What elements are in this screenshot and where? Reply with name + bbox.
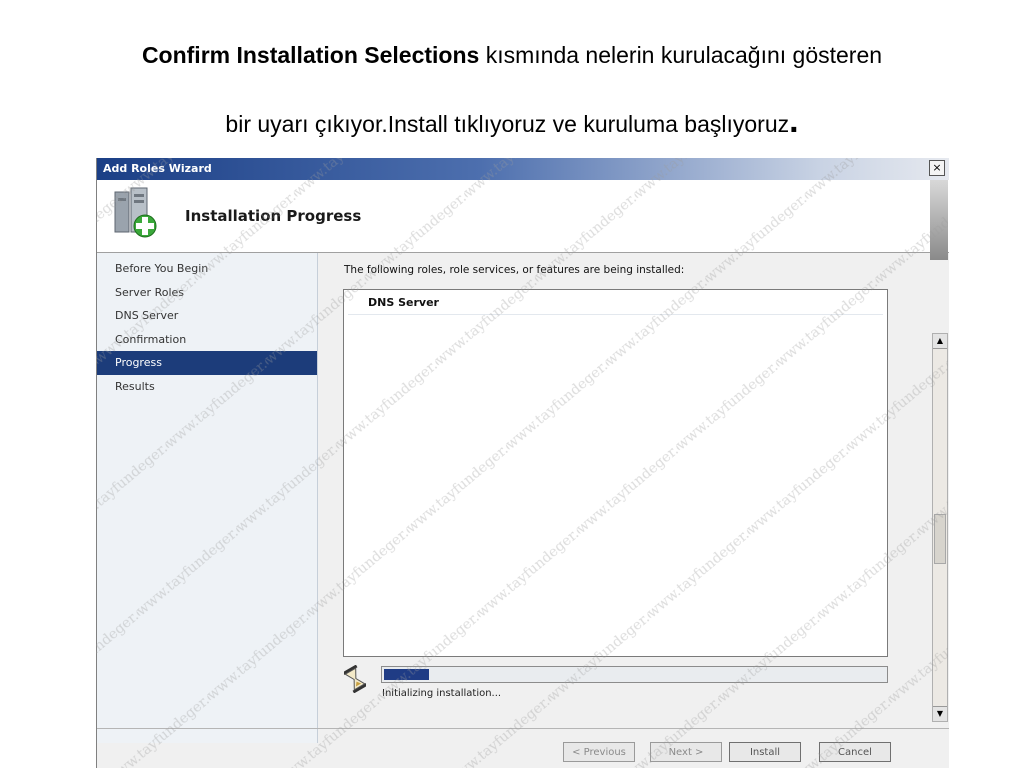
- nav-item-dns-server[interactable]: DNS Server: [97, 304, 317, 328]
- add-roles-wizard-window: Add Roles Wizard × Installation Progress…: [96, 158, 949, 768]
- install-button[interactable]: Install: [729, 742, 801, 762]
- cancel-button[interactable]: Cancel: [819, 742, 891, 762]
- install-list[interactable]: DNS Server: [343, 289, 888, 657]
- nav-item-results[interactable]: Results: [97, 375, 317, 399]
- scroll-up-arrow-icon[interactable]: ▲: [933, 334, 947, 349]
- wizard-header: Installation Progress: [97, 180, 949, 253]
- description-text: The following roles, role services, or f…: [344, 264, 685, 276]
- next-button[interactable]: Next >: [650, 742, 722, 762]
- window-title: Add Roles Wizard: [103, 162, 212, 175]
- caption-text-2: bir uyarı çıkıyor.Install tıklıyoruz ve …: [225, 111, 790, 137]
- caption-dot: .: [789, 102, 799, 140]
- server-add-icon: [114, 187, 157, 238]
- list-separator: [348, 314, 883, 315]
- scrollbar[interactable]: ▲ ▼: [932, 333, 948, 722]
- nav-item-confirmation[interactable]: Confirmation: [97, 328, 317, 352]
- footer-divider: [97, 728, 949, 729]
- nav-item-before-you-begin[interactable]: Before You Begin: [97, 257, 317, 281]
- hourglass-icon: [344, 665, 366, 693]
- previous-button[interactable]: < Previous: [563, 742, 635, 762]
- nav-list: Before You Begin Server Roles DNS Server Co…: [97, 257, 317, 398]
- nav-item-server-roles[interactable]: Server Roles: [97, 281, 317, 305]
- close-button[interactable]: ×: [929, 160, 945, 176]
- wizard-content: The following roles, role services, or f…: [318, 253, 949, 743]
- progress-bar: [381, 666, 888, 683]
- caption-text: kısmında nelerin kurulacağını gösteren: [479, 42, 883, 68]
- caption-line-2: bir uyarı çıkıyor.Install tıklıyoruz ve …: [0, 104, 1024, 138]
- nav-item-progress[interactable]: Progress: [97, 351, 317, 375]
- scroll-thumb[interactable]: [934, 514, 946, 564]
- window-edge-strip: [930, 180, 948, 260]
- title-bar[interactable]: Add Roles Wizard ×: [97, 158, 949, 180]
- list-item: DNS Server: [368, 296, 439, 309]
- page-title: Installation Progress: [185, 207, 362, 225]
- caption-bold-text: Confirm Installation Selections: [141, 42, 480, 68]
- wizard-nav: Before You Begin Server Roles DNS Server Co…: [97, 253, 318, 743]
- scroll-down-arrow-icon[interactable]: ▼: [933, 706, 947, 721]
- progress-fill: [384, 669, 429, 680]
- status-text: Initializing installation...: [382, 688, 502, 699]
- caption-line-1: Confirm Installation Selections kısmında…: [0, 42, 1024, 69]
